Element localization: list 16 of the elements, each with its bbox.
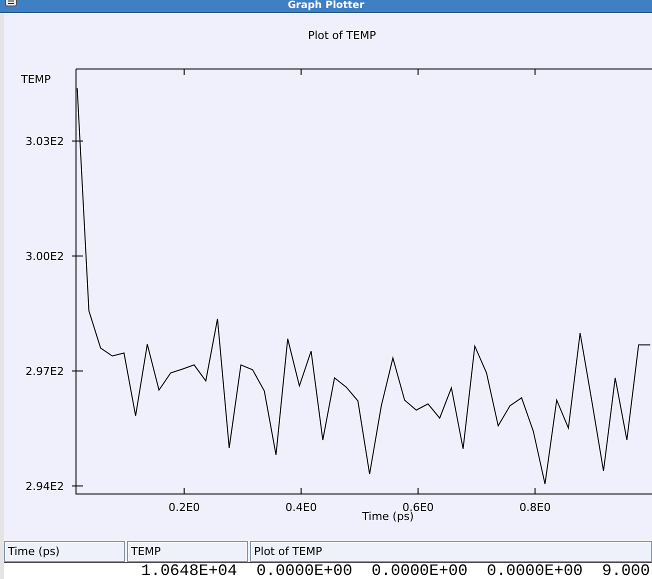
y-tick-label: 3.00E2 xyxy=(26,250,64,264)
y-axis-label: TEMP xyxy=(21,73,51,86)
chart-title: Plot of TEMP xyxy=(308,29,376,42)
column-header[interactable]: Time (ps) xyxy=(4,541,125,562)
window-title: Graph Plotter xyxy=(288,0,364,12)
x-tick-label: 0.8E0 xyxy=(519,501,551,514)
column-header[interactable]: TEMP xyxy=(127,541,248,562)
x-tick-label: 0.2E0 xyxy=(168,501,200,514)
y-tick-label: 2.94E2 xyxy=(26,480,64,493)
y-tick-label: 3.03E2 xyxy=(26,135,64,148)
column-header[interactable]: Plot of TEMP xyxy=(250,541,652,562)
menu-icon[interactable] xyxy=(5,0,17,7)
x-axis-label: Time (ps) xyxy=(362,510,414,523)
x-tick-label: 0.4E0 xyxy=(285,501,317,514)
data-line: 1.0648E+04 0.0000E+00 0.0000E+00 0.0000E+00 9.000 xyxy=(141,563,650,579)
y-tick-label: 2.97E2 xyxy=(26,364,64,378)
